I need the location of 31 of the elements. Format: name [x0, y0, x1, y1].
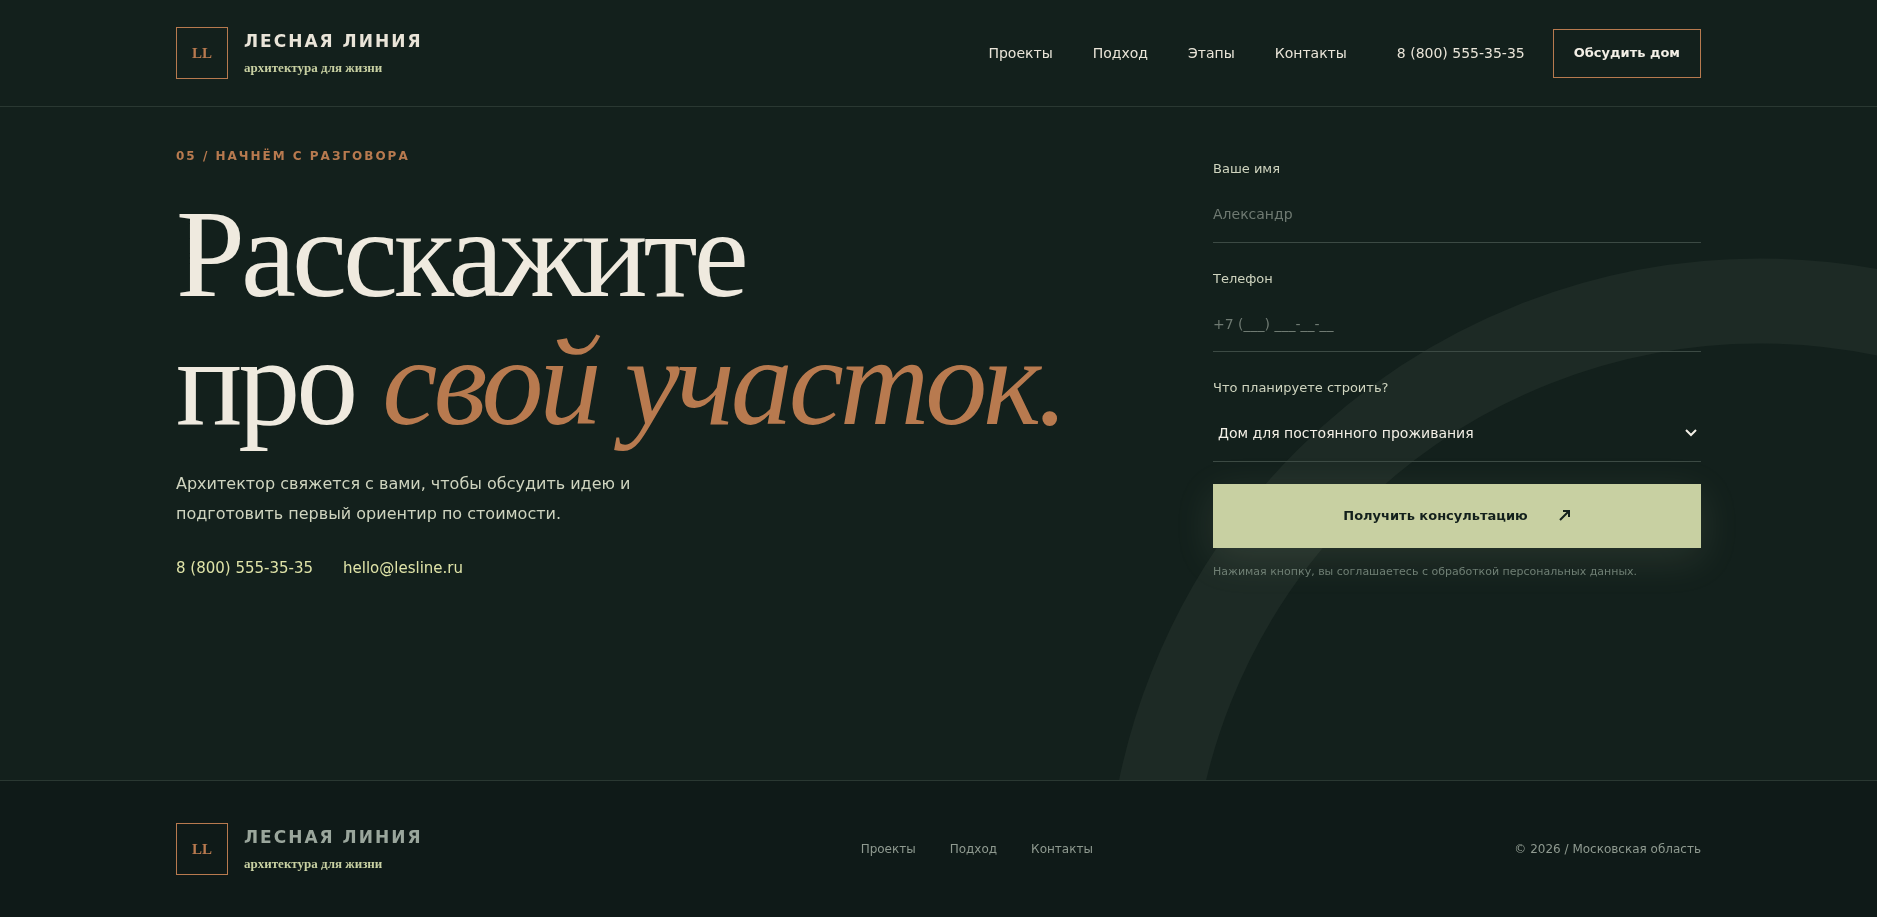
field-label: Телефон: [1213, 269, 1273, 288]
nav-link[interactable]: Этапы: [1188, 42, 1235, 64]
logo-mark: LL: [176, 823, 228, 875]
footer-link[interactable]: Подход: [949, 840, 998, 858]
arrow-up-right-icon: [1557, 509, 1571, 522]
lead-text: Архитектор свяжется с вами, чтобы обсудить идею и подготовить первый ориентир по стоимости.: [176, 473, 632, 525]
select-field[interactable]: Дом для постоянного проживания: [1213, 405, 1701, 462]
brand-name: ЛЕСНАЯ ЛИНИЯ: [244, 29, 423, 53]
nav-link[interactable]: Контакты: [1274, 42, 1347, 64]
text-input[interactable]: +7 (___) ___-__-__: [1213, 296, 1701, 352]
brand-tagline: архитектура для жизни: [244, 59, 384, 77]
nav-link[interactable]: Проекты: [988, 42, 1053, 64]
contact-link[interactable]: 8 (800) 555-35-35: [176, 557, 314, 580]
field-label: Ваше имя: [1213, 160, 1280, 178]
section-eyebrow: 05 / НАЧНЁМ С РАЗГОВОРА: [176, 147, 410, 165]
discuss-house-button[interactable]: Обсудить дом: [1552, 28, 1701, 78]
text-input[interactable]: Александр: [1213, 186, 1701, 243]
copyright-text: © 2026 / Московская область: [1513, 841, 1701, 858]
header-phone[interactable]: 8 (800) 555-35-35: [1396, 42, 1525, 64]
field-label: Что планируете строить?: [1213, 379, 1389, 397]
nav-link[interactable]: Подход: [1092, 42, 1149, 64]
brand-name: ЛЕСНАЯ ЛИНИЯ: [244, 825, 423, 849]
consent-note: Нажимая кнопку, вы соглашаетесь с обработкой персональных данных.: [1213, 563, 1639, 580]
consultation-button[interactable]: Получить консультацию: [1213, 483, 1701, 548]
headline-line: Расскажите: [176, 191, 745, 319]
brand-tagline: архитектура для жизни: [244, 855, 384, 873]
contact-link[interactable]: hello@lesline.ru: [343, 557, 464, 580]
chevron-down-icon: [1685, 429, 1697, 437]
footer-link[interactable]: Контакты: [1031, 840, 1093, 858]
footer-link[interactable]: Проекты: [860, 840, 916, 858]
logo-mark: LL: [176, 27, 228, 79]
